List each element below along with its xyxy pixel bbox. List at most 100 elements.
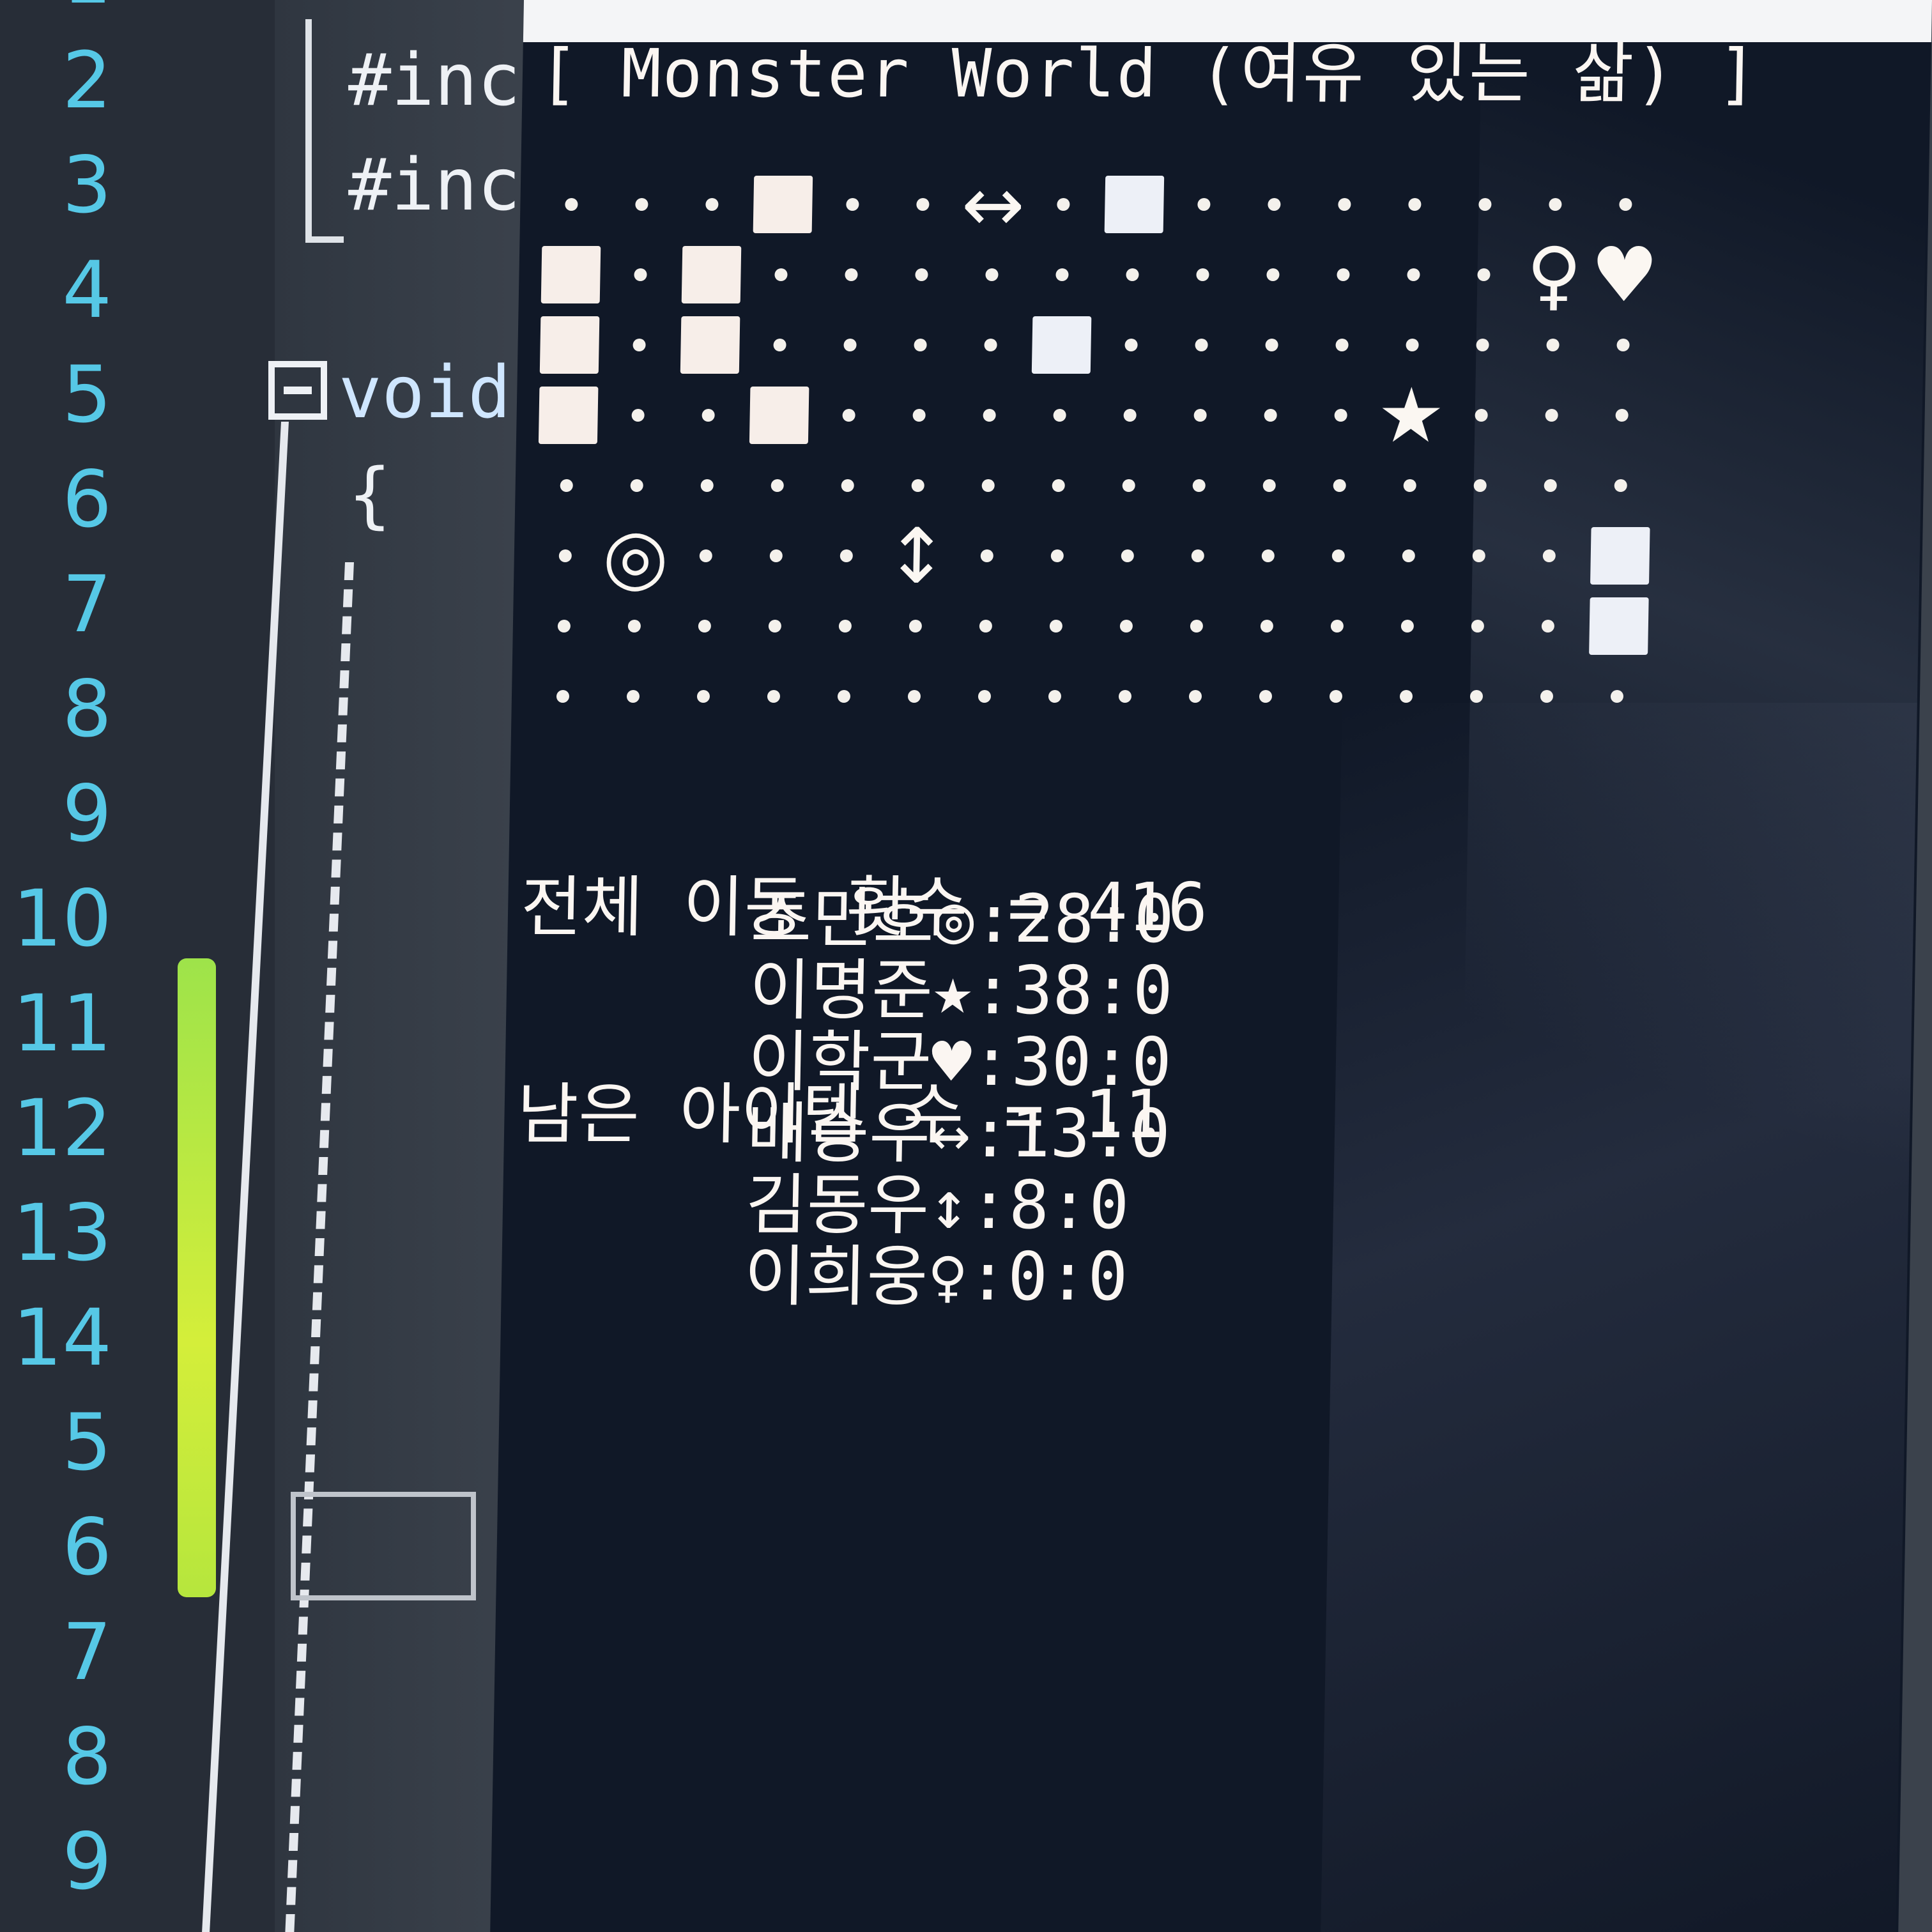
board-empty-cell bbox=[1197, 198, 1211, 211]
scoreboard-row: 김동우↕:8:0 bbox=[745, 1166, 1130, 1244]
board-empty-cell bbox=[1192, 479, 1206, 492]
player-token: ★ bbox=[1376, 371, 1446, 459]
board-empty-cell bbox=[1049, 620, 1063, 632]
player-token: ♥ bbox=[1590, 231, 1659, 319]
line-number: 12 bbox=[12, 1083, 112, 1174]
board-empty-cell bbox=[1188, 690, 1202, 703]
board-empty-cell bbox=[1195, 339, 1208, 351]
board-empty-cell bbox=[558, 549, 572, 562]
line-number: 11 bbox=[12, 978, 112, 1069]
board-empty-cell bbox=[698, 620, 712, 632]
board-empty-cell bbox=[1329, 690, 1343, 703]
board-empty-cell bbox=[843, 339, 857, 351]
player-token: ◎ bbox=[602, 512, 670, 600]
line-number: 7 bbox=[62, 1607, 112, 1698]
bracket-highlight bbox=[291, 1492, 476, 1600]
board-empty-cell bbox=[1053, 409, 1066, 422]
board-empty-cell bbox=[983, 409, 996, 422]
board-empty-cell bbox=[768, 620, 782, 632]
board-empty-cell bbox=[914, 339, 927, 351]
board-empty-cell bbox=[627, 620, 641, 632]
board-empty-cell bbox=[1121, 549, 1134, 562]
board-empty-cell bbox=[1119, 620, 1133, 632]
scoreboard-row: 배승우↔:13:0 bbox=[746, 1094, 1171, 1172]
board-empty-cell bbox=[699, 549, 712, 562]
board-empty-cell bbox=[565, 198, 578, 211]
board-empty-cell bbox=[630, 479, 643, 492]
board-empty-cell bbox=[557, 620, 571, 632]
change-indicator-bar bbox=[178, 958, 216, 1597]
board-empty-cell bbox=[916, 198, 930, 211]
player-token: ↔ bbox=[960, 160, 1026, 249]
line-number: 2 bbox=[62, 35, 112, 126]
board-empty-cell bbox=[1055, 268, 1069, 281]
board-empty-cell bbox=[1123, 409, 1137, 422]
board-empty-cell bbox=[1268, 198, 1281, 211]
board-empty-cell bbox=[1402, 549, 1415, 562]
player-token: ↕ bbox=[884, 512, 949, 600]
console-window[interactable]: [ Monster World (여유 있는 삶) ] ◎ ★ ♥ ↔ ↕ ♀ 전체 이동… bbox=[490, 0, 1932, 1932]
board-empty-cell bbox=[842, 409, 855, 422]
fold-guide-include bbox=[305, 19, 312, 243]
board-empty-cell bbox=[838, 620, 852, 632]
board-wall-block bbox=[539, 316, 600, 374]
board-wall-block bbox=[540, 246, 601, 303]
board-empty-cell bbox=[1337, 268, 1350, 281]
board-empty-cell bbox=[1403, 479, 1416, 492]
collapse-toggle-icon[interactable] bbox=[268, 361, 327, 420]
board-empty-cell bbox=[985, 268, 999, 281]
board-empty-cell bbox=[1122, 479, 1135, 492]
code-line-2[interactable]: #inc bbox=[348, 42, 521, 119]
scoreboard-row: 이학군♥:30:0 bbox=[747, 1023, 1172, 1101]
board-wall-block bbox=[753, 176, 813, 233]
board-empty-cell bbox=[631, 409, 645, 422]
board-empty-cell bbox=[705, 198, 719, 211]
board-empty-cell bbox=[1196, 268, 1209, 281]
board-empty-cell bbox=[635, 198, 648, 211]
line-number: 9 bbox=[62, 1816, 112, 1907]
board-empty-cell bbox=[696, 690, 710, 703]
board-empty-cell bbox=[1408, 198, 1422, 211]
board-wall-block bbox=[680, 316, 740, 374]
board-empty-cell bbox=[1190, 620, 1204, 632]
code-line-3[interactable]: #inc bbox=[348, 147, 521, 224]
code-line-5[interactable]: void bbox=[339, 355, 511, 431]
board-empty-cell bbox=[845, 268, 858, 281]
board-empty-cell bbox=[700, 479, 714, 492]
board-empty-cell bbox=[1338, 198, 1351, 211]
board-empty-cell bbox=[979, 620, 993, 632]
board-empty-cell bbox=[1191, 549, 1204, 562]
board-empty-cell bbox=[1330, 620, 1344, 632]
board-wall-block bbox=[1590, 527, 1650, 585]
board-wall-block bbox=[749, 387, 809, 444]
board-empty-cell bbox=[773, 339, 786, 351]
board-empty-cell bbox=[1334, 409, 1347, 422]
board-empty-cell bbox=[1260, 620, 1274, 632]
board-empty-cell bbox=[1399, 690, 1413, 703]
board-empty-cell bbox=[1124, 339, 1138, 351]
board-empty-cell bbox=[846, 198, 859, 211]
board-empty-cell bbox=[981, 479, 995, 492]
line-number: 6 bbox=[62, 1502, 112, 1593]
board-empty-cell bbox=[839, 549, 853, 562]
line-number: 5 bbox=[62, 349, 112, 440]
board-empty-cell bbox=[980, 549, 993, 562]
board-empty-cell bbox=[1193, 409, 1207, 422]
board-empty-cell bbox=[560, 479, 573, 492]
board-empty-cell bbox=[626, 690, 640, 703]
board-empty-cell bbox=[1126, 268, 1139, 281]
fold-guide-corner bbox=[305, 236, 344, 243]
board-wall-block bbox=[1589, 597, 1649, 655]
board-empty-cell bbox=[1400, 620, 1414, 632]
line-number: 5 bbox=[62, 1397, 112, 1488]
line-number: 8 bbox=[62, 664, 112, 755]
board-empty-cell bbox=[837, 690, 851, 703]
board-empty-cell bbox=[1052, 479, 1065, 492]
board-wall-block bbox=[538, 387, 599, 444]
line-number: 6 bbox=[62, 454, 112, 545]
board-empty-cell bbox=[1118, 690, 1132, 703]
board-empty-cell bbox=[1048, 690, 1062, 703]
code-line-6[interactable]: { bbox=[348, 457, 391, 533]
board-empty-cell bbox=[1266, 268, 1280, 281]
board-empty-cell bbox=[556, 690, 570, 703]
